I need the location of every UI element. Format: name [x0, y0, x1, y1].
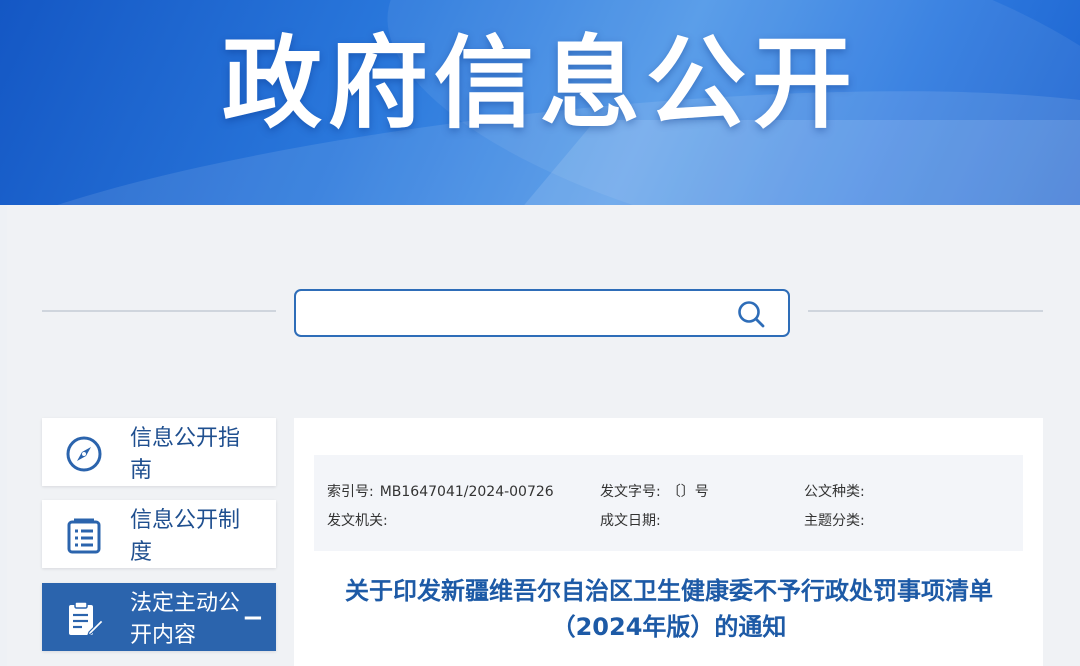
meta-doc-number-label: 发文字号: — [600, 484, 661, 500]
sidebar-item-active-disclosure[interactable]: 法定主动公开内容 − — [42, 583, 276, 651]
banner-title: 政府信息公开 — [222, 25, 858, 142]
document-list-icon — [67, 518, 101, 554]
compass-icon — [66, 436, 102, 472]
meta-topic-label: 主题分类: — [804, 513, 865, 529]
sidebar-item-label: 信息公开制度 — [130, 508, 241, 565]
search-divider-right — [808, 310, 1043, 312]
meta-doc-number-value: 〔〕号 — [666, 484, 709, 500]
meta-index: 索引号: MB1647041/2024-00726 — [327, 481, 554, 501]
sidebar-item-label: 法定主动公开内容 — [130, 591, 241, 648]
document-meta: 索引号: MB1647041/2024-00726 发文字号: 〔〕号 公文种类: … — [314, 455, 1023, 551]
meta-doc-type-label: 公文种类: — [804, 484, 865, 500]
meta-date-label: 成文日期: — [600, 513, 661, 529]
search-divider-left — [42, 310, 276, 312]
sidebar-item-label: 信息公开指南 — [130, 426, 241, 483]
clipboard-edit-icon — [69, 601, 104, 636]
document-title: 关于印发新疆维吾尔自治区卫生健康委不予行政处罚事项清单（2024年版）的通知 — [345, 577, 993, 641]
banner: 政府信息公开 — [0, 0, 1080, 205]
meta-issuer-label: 发文机关: — [327, 513, 388, 529]
search-icon[interactable] — [734, 297, 768, 331]
collapse-toggle[interactable]: − — [242, 603, 264, 633]
meta-index-value: MB1647041/2024-00726 — [379, 484, 554, 500]
meta-doc-number: 发文字号: 〔〕号 — [600, 481, 709, 501]
sidebar-item-guide[interactable]: 信息公开指南 — [42, 418, 276, 486]
search-box[interactable] — [294, 289, 790, 337]
sidebar-item-policy[interactable]: 信息公开制度 — [42, 500, 276, 568]
search-input[interactable] — [306, 297, 726, 329]
meta-index-label: 索引号: — [327, 484, 374, 500]
